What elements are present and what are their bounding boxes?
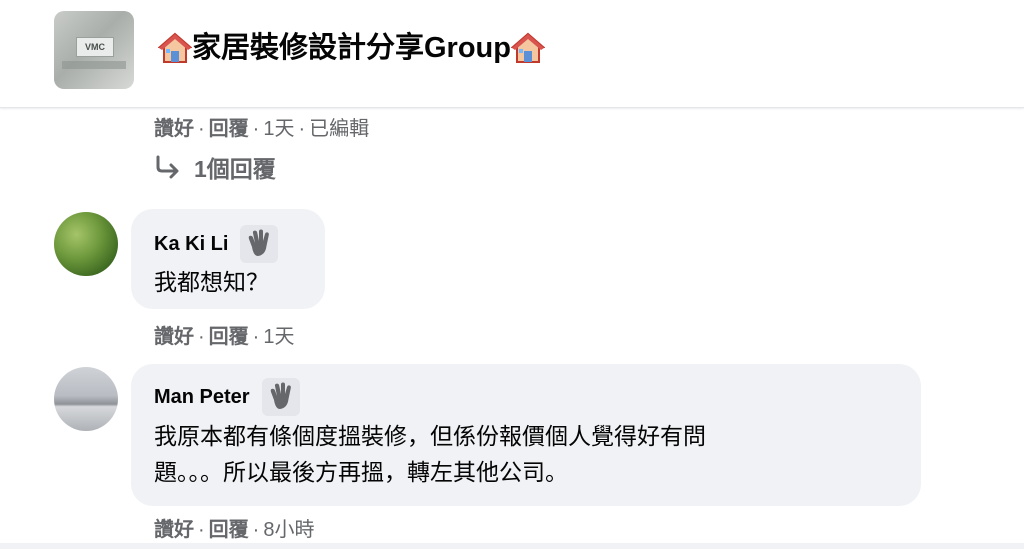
comment-text-line: 我原本都有條個度搵裝修，但係份報價個人覺得好有問 (154, 423, 706, 449)
comment-actions: 讚好 · 回覆 · 1天 (154, 326, 295, 348)
thumbnail-sign-text: VMC (76, 37, 114, 57)
reply-arrow-icon (156, 155, 179, 179)
view-replies-link[interactable]: 1個回覆 (154, 150, 276, 184)
next-comment-edge (0, 543, 1024, 549)
group-title-text: 家居裝修設計分享Group (192, 32, 511, 64)
avatar[interactable] (54, 212, 118, 276)
group-header: VMC 家居裝修設計分享Group (0, 0, 1024, 108)
comment-text: 我都想知？ (154, 269, 269, 295)
reply-link[interactable]: 回覆 (209, 118, 249, 140)
reply-link[interactable]: 回覆 (209, 326, 249, 348)
comment-time[interactable]: 1天 (263, 326, 294, 348)
house-icon (158, 32, 192, 63)
waving-hand-icon[interactable] (261, 378, 300, 416)
comment-author[interactable]: Man Peter (154, 378, 300, 416)
group-title[interactable]: 家居裝修設計分享Group (158, 28, 545, 68)
author-name: Man Peter (154, 385, 250, 408)
comment-text-line: 題。。。所以最後方再搵，轉左其他公司。 (154, 459, 568, 485)
comment-author[interactable]: Ka Ki Li (154, 225, 279, 263)
like-link[interactable]: 讚好 (154, 519, 194, 541)
like-link[interactable]: 讚好 (154, 118, 194, 140)
group-cover-thumbnail[interactable]: VMC (54, 11, 134, 89)
house-icon (511, 32, 545, 63)
reply-link[interactable]: 回覆 (209, 519, 249, 541)
comment-time[interactable]: 1天 (263, 118, 294, 140)
like-link[interactable]: 讚好 (154, 326, 194, 348)
comment-time[interactable]: 8小時 (263, 519, 314, 541)
waving-hand-icon[interactable] (240, 225, 279, 263)
avatar[interactable] (54, 367, 118, 431)
edited-label: 已編輯 (309, 118, 370, 140)
comment-actions: 讚好 · 回覆 · 1天 · 已編輯 (154, 118, 370, 140)
thumbnail-decor (62, 61, 126, 69)
view-replies-label: 1個回覆 (194, 156, 276, 182)
comment-actions: 讚好 · 回覆 · 8小時 (154, 519, 315, 541)
author-name: Ka Ki Li (154, 232, 229, 255)
